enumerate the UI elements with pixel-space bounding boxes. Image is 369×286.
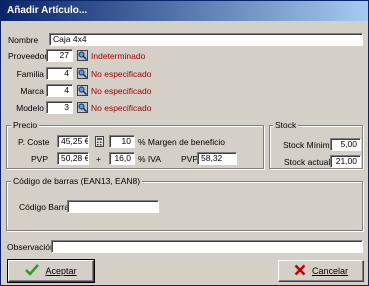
stock-actual-input[interactable]: 21,00 xyxy=(330,155,361,168)
plus-sign: + xyxy=(96,154,101,164)
stock-min-input[interactable]: 5,00 xyxy=(330,138,361,151)
calculator-icon[interactable] xyxy=(94,136,105,147)
precio-group-label: Precio xyxy=(11,120,40,130)
barcode-label: Código Barras xyxy=(19,202,74,212)
dialog-window: Añadir Artículo... Nombre Caja 4x4 Prove… xyxy=(0,0,369,286)
search-icon[interactable] xyxy=(77,102,88,113)
pvp-input[interactable]: 50,28 € xyxy=(57,152,89,165)
familia-name: No especificado xyxy=(91,69,152,79)
nombre-label: Nombre xyxy=(8,35,39,45)
margen-input[interactable]: 10 xyxy=(109,135,135,148)
stock-min-label: Stock Mínimo xyxy=(283,140,335,150)
cancel-label: Cancelar xyxy=(311,266,349,276)
modelo-code-input[interactable]: 3 xyxy=(46,101,73,114)
cancel-button[interactable]: Cancelar xyxy=(278,260,364,282)
marca-name: No especificado xyxy=(91,86,152,96)
proveedor-code-input[interactable]: 27 xyxy=(46,49,73,62)
proveedor-label: Proveedor xyxy=(8,51,48,61)
marca-code-input[interactable]: 4 xyxy=(46,84,73,97)
marca-label: Marca xyxy=(20,86,44,96)
modelo-name: No especificado xyxy=(91,103,152,113)
familia-code-input[interactable]: 4 xyxy=(46,67,73,80)
search-icon[interactable] xyxy=(77,50,88,61)
barcode-input[interactable] xyxy=(67,200,159,213)
checkmark-icon xyxy=(25,264,40,278)
search-icon[interactable] xyxy=(77,68,88,79)
stock-actual-label: Stock actual xyxy=(284,157,331,167)
pcoste-input[interactable]: 45,25 € xyxy=(57,135,89,148)
proveedor-name: Indeterminado xyxy=(91,51,146,61)
close-icon xyxy=(294,264,306,278)
modelo-label: Modelo xyxy=(16,103,44,113)
title-bar: Añadir Artículo... xyxy=(1,1,368,21)
search-icon[interactable] xyxy=(77,85,88,96)
pcoste-label: P. Coste xyxy=(18,137,50,147)
pvp-label: PVP xyxy=(31,154,49,164)
accept-label: Aceptar xyxy=(45,266,77,276)
observacion-label: Observación xyxy=(7,242,55,252)
accept-button[interactable]: Aceptar xyxy=(7,259,95,283)
iva-label: % IVA xyxy=(138,154,161,164)
barcode-group-label: Código de barras (EAN13, EAN8) xyxy=(11,176,143,186)
familia-label: Familia xyxy=(16,69,44,79)
nombre-input[interactable]: Caja 4x4 xyxy=(49,33,363,46)
pvp-final-label: PVP xyxy=(181,154,199,164)
pvp-final-input[interactable]: 58,32 xyxy=(197,152,237,165)
margen-label: % Margen de beneficio xyxy=(138,137,225,147)
observacion-input[interactable] xyxy=(51,240,363,253)
stock-group-label: Stock xyxy=(273,120,299,130)
iva-input[interactable]: 16,0 xyxy=(109,152,135,165)
